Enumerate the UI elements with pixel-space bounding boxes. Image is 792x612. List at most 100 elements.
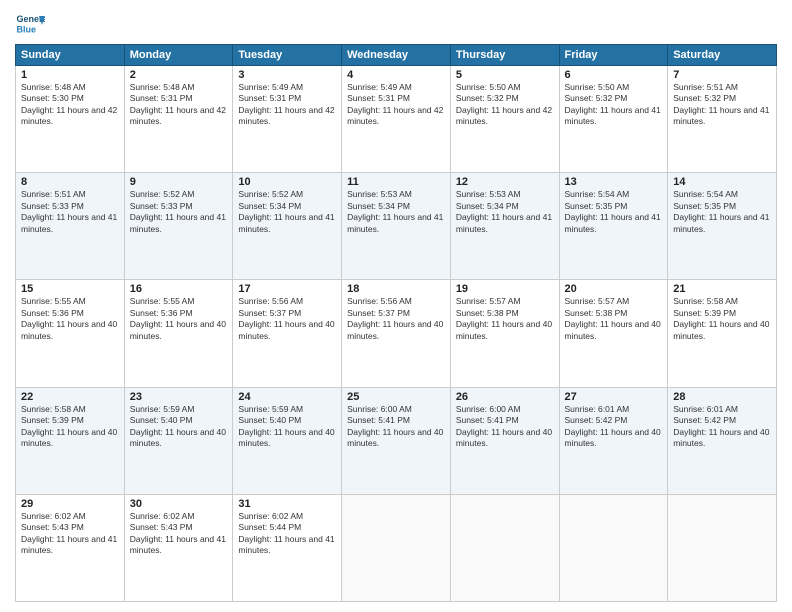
day-number: 12 — [456, 176, 554, 188]
calendar-week-3: 15 Sunrise: 5:55 AM Sunset: 5:36 PM Dayl… — [16, 280, 777, 387]
day-number: 9 — [130, 176, 228, 188]
day-info: Sunrise: 5:59 AM Sunset: 5:40 PM Dayligh… — [238, 404, 336, 450]
day-info: Sunrise: 5:52 AM Sunset: 5:33 PM Dayligh… — [130, 189, 228, 235]
day-info: Sunrise: 5:48 AM Sunset: 5:30 PM Dayligh… — [21, 82, 119, 128]
calendar-cell: 2 Sunrise: 5:48 AM Sunset: 5:31 PM Dayli… — [124, 66, 233, 173]
day-info: Sunrise: 6:02 AM Sunset: 5:44 PM Dayligh… — [238, 511, 336, 557]
day-number: 23 — [130, 391, 228, 403]
day-info: Sunrise: 6:02 AM Sunset: 5:43 PM Dayligh… — [21, 511, 119, 557]
calendar-cell: 27 Sunrise: 6:01 AM Sunset: 5:42 PM Dayl… — [559, 387, 668, 494]
day-info: Sunrise: 5:51 AM Sunset: 5:33 PM Dayligh… — [21, 189, 119, 235]
calendar-header-monday: Monday — [124, 45, 233, 66]
calendar-header-saturday: Saturday — [668, 45, 777, 66]
calendar-cell: 22 Sunrise: 5:58 AM Sunset: 5:39 PM Dayl… — [16, 387, 125, 494]
calendar-cell: 12 Sunrise: 5:53 AM Sunset: 5:34 PM Dayl… — [450, 173, 559, 280]
day-number: 17 — [238, 283, 336, 295]
calendar-cell: 29 Sunrise: 6:02 AM Sunset: 5:43 PM Dayl… — [16, 494, 125, 601]
day-info: Sunrise: 6:00 AM Sunset: 5:41 PM Dayligh… — [347, 404, 445, 450]
calendar-cell — [342, 494, 451, 601]
day-number: 25 — [347, 391, 445, 403]
calendar-week-4: 22 Sunrise: 5:58 AM Sunset: 5:39 PM Dayl… — [16, 387, 777, 494]
logo: General Blue — [15, 10, 45, 40]
day-info: Sunrise: 5:54 AM Sunset: 5:35 PM Dayligh… — [673, 189, 771, 235]
day-number: 26 — [456, 391, 554, 403]
calendar-header-sunday: Sunday — [16, 45, 125, 66]
calendar-cell: 6 Sunrise: 5:50 AM Sunset: 5:32 PM Dayli… — [559, 66, 668, 173]
calendar-cell: 25 Sunrise: 6:00 AM Sunset: 5:41 PM Dayl… — [342, 387, 451, 494]
calendar-cell: 5 Sunrise: 5:50 AM Sunset: 5:32 PM Dayli… — [450, 66, 559, 173]
calendar-cell: 20 Sunrise: 5:57 AM Sunset: 5:38 PM Dayl… — [559, 280, 668, 387]
day-number: 4 — [347, 69, 445, 81]
day-number: 8 — [21, 176, 119, 188]
day-number: 11 — [347, 176, 445, 188]
calendar-cell: 18 Sunrise: 5:56 AM Sunset: 5:37 PM Dayl… — [342, 280, 451, 387]
day-info: Sunrise: 5:53 AM Sunset: 5:34 PM Dayligh… — [456, 189, 554, 235]
day-info: Sunrise: 5:55 AM Sunset: 5:36 PM Dayligh… — [130, 296, 228, 342]
day-info: Sunrise: 5:55 AM Sunset: 5:36 PM Dayligh… — [21, 296, 119, 342]
day-info: Sunrise: 6:00 AM Sunset: 5:41 PM Dayligh… — [456, 404, 554, 450]
day-number: 18 — [347, 283, 445, 295]
calendar-cell: 13 Sunrise: 5:54 AM Sunset: 5:35 PM Dayl… — [559, 173, 668, 280]
day-info: Sunrise: 5:56 AM Sunset: 5:37 PM Dayligh… — [238, 296, 336, 342]
day-info: Sunrise: 5:51 AM Sunset: 5:32 PM Dayligh… — [673, 82, 771, 128]
day-info: Sunrise: 5:48 AM Sunset: 5:31 PM Dayligh… — [130, 82, 228, 128]
calendar-header-tuesday: Tuesday — [233, 45, 342, 66]
calendar-cell: 1 Sunrise: 5:48 AM Sunset: 5:30 PM Dayli… — [16, 66, 125, 173]
day-number: 29 — [21, 498, 119, 510]
calendar-cell — [668, 494, 777, 601]
calendar-week-1: 1 Sunrise: 5:48 AM Sunset: 5:30 PM Dayli… — [16, 66, 777, 173]
calendar-cell: 8 Sunrise: 5:51 AM Sunset: 5:33 PM Dayli… — [16, 173, 125, 280]
logo-icon: General Blue — [15, 10, 45, 40]
day-number: 22 — [21, 391, 119, 403]
calendar-cell: 3 Sunrise: 5:49 AM Sunset: 5:31 PM Dayli… — [233, 66, 342, 173]
day-number: 21 — [673, 283, 771, 295]
page: General Blue SundayMondayTuesdayWednesda… — [0, 0, 792, 612]
day-number: 14 — [673, 176, 771, 188]
day-number: 6 — [565, 69, 663, 81]
calendar-cell — [559, 494, 668, 601]
day-number: 24 — [238, 391, 336, 403]
day-number: 5 — [456, 69, 554, 81]
day-info: Sunrise: 5:57 AM Sunset: 5:38 PM Dayligh… — [456, 296, 554, 342]
day-info: Sunrise: 5:54 AM Sunset: 5:35 PM Dayligh… — [565, 189, 663, 235]
day-number: 30 — [130, 498, 228, 510]
calendar-cell: 11 Sunrise: 5:53 AM Sunset: 5:34 PM Dayl… — [342, 173, 451, 280]
day-info: Sunrise: 5:52 AM Sunset: 5:34 PM Dayligh… — [238, 189, 336, 235]
day-info: Sunrise: 5:58 AM Sunset: 5:39 PM Dayligh… — [673, 296, 771, 342]
calendar-cell — [450, 494, 559, 601]
calendar-header-friday: Friday — [559, 45, 668, 66]
day-info: Sunrise: 5:49 AM Sunset: 5:31 PM Dayligh… — [347, 82, 445, 128]
day-number: 31 — [238, 498, 336, 510]
day-number: 7 — [673, 69, 771, 81]
day-number: 19 — [456, 283, 554, 295]
calendar-cell: 24 Sunrise: 5:59 AM Sunset: 5:40 PM Dayl… — [233, 387, 342, 494]
day-info: Sunrise: 5:56 AM Sunset: 5:37 PM Dayligh… — [347, 296, 445, 342]
day-info: Sunrise: 6:01 AM Sunset: 5:42 PM Dayligh… — [565, 404, 663, 450]
day-info: Sunrise: 6:02 AM Sunset: 5:43 PM Dayligh… — [130, 511, 228, 557]
calendar-cell: 4 Sunrise: 5:49 AM Sunset: 5:31 PM Dayli… — [342, 66, 451, 173]
day-info: Sunrise: 5:59 AM Sunset: 5:40 PM Dayligh… — [130, 404, 228, 450]
calendar-cell: 15 Sunrise: 5:55 AM Sunset: 5:36 PM Dayl… — [16, 280, 125, 387]
day-number: 3 — [238, 69, 336, 81]
calendar-week-5: 29 Sunrise: 6:02 AM Sunset: 5:43 PM Dayl… — [16, 494, 777, 601]
day-info: Sunrise: 5:49 AM Sunset: 5:31 PM Dayligh… — [238, 82, 336, 128]
day-info: Sunrise: 5:58 AM Sunset: 5:39 PM Dayligh… — [21, 404, 119, 450]
day-number: 13 — [565, 176, 663, 188]
calendar-cell: 31 Sunrise: 6:02 AM Sunset: 5:44 PM Dayl… — [233, 494, 342, 601]
day-number: 15 — [21, 283, 119, 295]
calendar-cell: 16 Sunrise: 5:55 AM Sunset: 5:36 PM Dayl… — [124, 280, 233, 387]
calendar-cell: 30 Sunrise: 6:02 AM Sunset: 5:43 PM Dayl… — [124, 494, 233, 601]
calendar-cell: 7 Sunrise: 5:51 AM Sunset: 5:32 PM Dayli… — [668, 66, 777, 173]
day-number: 10 — [238, 176, 336, 188]
calendar-cell: 28 Sunrise: 6:01 AM Sunset: 5:42 PM Dayl… — [668, 387, 777, 494]
calendar-cell: 21 Sunrise: 5:58 AM Sunset: 5:39 PM Dayl… — [668, 280, 777, 387]
calendar-week-2: 8 Sunrise: 5:51 AM Sunset: 5:33 PM Dayli… — [16, 173, 777, 280]
day-number: 1 — [21, 69, 119, 81]
day-info: Sunrise: 5:50 AM Sunset: 5:32 PM Dayligh… — [565, 82, 663, 128]
day-number: 20 — [565, 283, 663, 295]
day-number: 28 — [673, 391, 771, 403]
day-info: Sunrise: 5:50 AM Sunset: 5:32 PM Dayligh… — [456, 82, 554, 128]
calendar-cell: 14 Sunrise: 5:54 AM Sunset: 5:35 PM Dayl… — [668, 173, 777, 280]
calendar-cell: 10 Sunrise: 5:52 AM Sunset: 5:34 PM Dayl… — [233, 173, 342, 280]
calendar-header-thursday: Thursday — [450, 45, 559, 66]
